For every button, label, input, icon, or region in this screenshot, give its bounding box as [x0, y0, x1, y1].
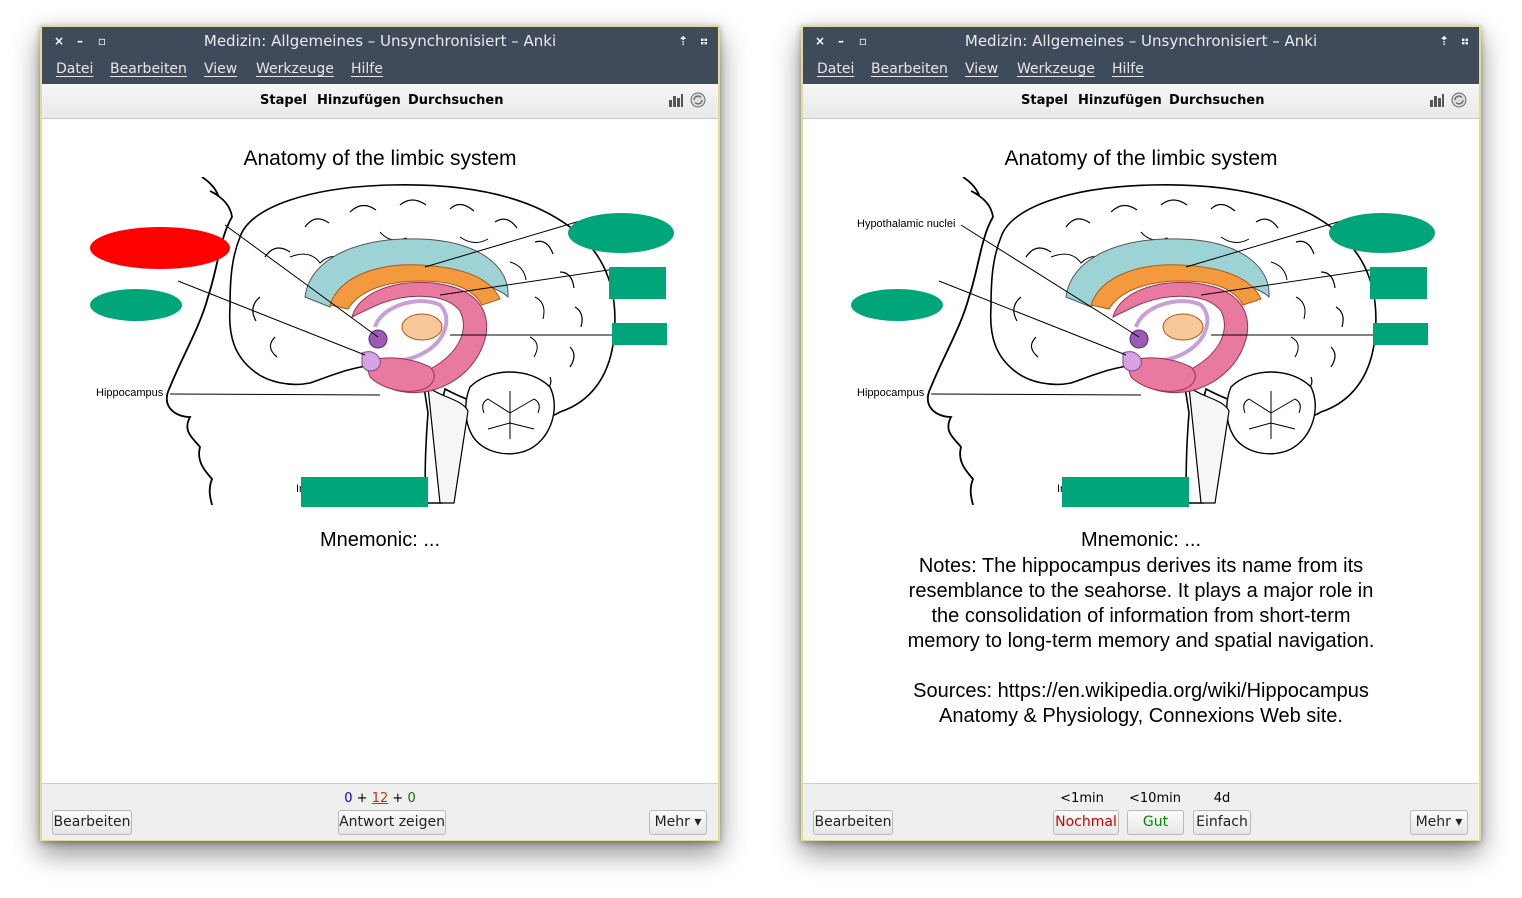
toolbar: Stapel Hinzufügen Durchsuchen [803, 84, 1479, 119]
show-answer-button[interactable]: Antwort zeigen [338, 810, 446, 835]
occlusion-mask-rect [1373, 323, 1428, 345]
grip-icon[interactable]: ⠶ [697, 34, 711, 48]
toolbar-add-link[interactable]: Hinzufügen [1078, 93, 1162, 108]
interval-good: <10min [1129, 791, 1181, 806]
menu-bar: Datei Bearbeiten View Werkzeuge Hilfe [42, 56, 718, 84]
sources-line: Sources: https://en.wikipedia.org/wiki/H… [913, 680, 1369, 702]
again-button[interactable]: Nochmal [1053, 810, 1119, 835]
arrow-up-icon[interactable]: ⇡ [676, 34, 690, 48]
toolbar-browse-link[interactable]: Durchsuchen [1169, 93, 1264, 108]
count-learn: 12 [371, 791, 389, 806]
menu-datei[interactable]: Datei [56, 61, 93, 77]
card-title: Anatomy of the limbic system [1004, 147, 1278, 170]
occlusion-mask-rect [1370, 267, 1427, 299]
toolbar-add-link[interactable]: Hinzufügen [317, 93, 401, 108]
occlusion-mask-rect [301, 477, 428, 507]
menu-bar: Datei Bearbeiten View Werkzeuge Hilfe [803, 56, 1479, 84]
occlusion-mask-ellipse [568, 213, 674, 253]
stats-icon[interactable] [668, 92, 684, 108]
mnemonic-text: Mnemonic: ... [319, 529, 441, 551]
interval-easy: 4d [1213, 791, 1231, 806]
menu-hilfe[interactable]: Hilfe [1112, 61, 1144, 77]
menu-hilfe[interactable]: Hilfe [351, 61, 383, 77]
toolbar-browse-link[interactable]: Durchsuchen [408, 93, 503, 108]
occlusion-mask-active [90, 227, 230, 269]
good-button[interactable]: Gut [1127, 810, 1184, 835]
sync-icon[interactable] [1451, 92, 1467, 108]
occlusion-mask-rect [1062, 477, 1189, 507]
card-view: Anatomy of the limbic system [42, 119, 718, 783]
bottom-bar: <1min <10min 4d Bearbeiten Nochmal Gut E… [803, 783, 1479, 840]
occlusion-mask-ellipse [1329, 213, 1435, 253]
interval-again: <1min [1060, 791, 1104, 806]
more-button[interactable]: Mehr ▾ [649, 810, 707, 835]
edit-button[interactable]: Bearbeiten [813, 810, 893, 835]
arrow-up-icon[interactable]: ⇡ [1437, 34, 1451, 48]
count-separator: + [392, 791, 404, 806]
easy-button[interactable]: Einfach [1193, 810, 1251, 835]
count-review: 0 [407, 791, 416, 806]
menu-view[interactable]: View [965, 61, 998, 77]
window-title: Medizin: Allgemeines – Unsynchronisiert … [964, 32, 1318, 50]
sources-text: Sources: https://en.wikipedia.org/wiki/H… [803, 679, 1479, 729]
limbic-diagram: Hippocampus In [90, 177, 674, 507]
grip-icon[interactable]: ⠶ [1458, 34, 1472, 48]
due-counts: 0 + 12 + 0 [42, 791, 718, 806]
stats-icon[interactable] [1429, 92, 1445, 108]
label-hippocampus: Hippocampus [96, 387, 164, 399]
notes-text: Notes: The hippocampus derives its name … [907, 555, 1375, 652]
menu-bearbeiten[interactable]: Bearbeiten [871, 61, 948, 77]
sync-icon[interactable] [690, 92, 706, 108]
toolbar-decks-link[interactable]: Stapel [260, 93, 307, 108]
label-hippocampus: Hippocampus [857, 387, 925, 399]
count-separator: + [356, 791, 368, 806]
card-view: Anatomy of the limbic system [803, 119, 1479, 783]
occlusion-mask-rect [612, 323, 667, 345]
menu-werkzeuge[interactable]: Werkzeuge [1017, 61, 1095, 77]
occlusion-mask-ellipse [90, 289, 182, 321]
menu-bearbeiten[interactable]: Bearbeiten [110, 61, 187, 77]
anki-window-question: × – ▫ Medizin: Allgemeines – Unsynchroni… [40, 25, 720, 841]
toolbar: Stapel Hinzufügen Durchsuchen [42, 84, 718, 119]
card-title: Anatomy of the limbic system [243, 147, 517, 170]
edit-button[interactable]: Bearbeiten [52, 810, 132, 835]
sources-line: Anatomy & Physiology, Connexions Web sit… [939, 705, 1343, 727]
toolbar-decks-link[interactable]: Stapel [1021, 93, 1068, 108]
bottom-bar: 0 + 12 + 0 Bearbeiten Antwort zeigen Meh… [42, 783, 718, 840]
title-bar: × – ▫ Medizin: Allgemeines – Unsynchroni… [42, 27, 718, 56]
menu-datei[interactable]: Datei [817, 61, 854, 77]
occlusion-mask-rect [609, 267, 666, 299]
count-new: 0 [344, 791, 353, 806]
limbic-diagram: Hypothalamic nuclei Hippocampus In [851, 177, 1435, 507]
menu-view[interactable]: View [204, 61, 237, 77]
title-bar: × – ▫ Medizin: Allgemeines – Unsynchroni… [803, 27, 1479, 56]
more-button[interactable]: Mehr ▾ [1410, 810, 1468, 835]
occlusion-mask-ellipse [851, 289, 943, 321]
anki-window-answer: × – ▫ Medizin: Allgemeines – Unsynchroni… [801, 25, 1481, 841]
mnemonic-text: Mnemonic: ... [1080, 529, 1202, 551]
window-title: Medizin: Allgemeines – Unsynchronisiert … [203, 32, 557, 50]
label-hypothalamic-nuclei: Hypothalamic nuclei [857, 218, 956, 230]
menu-werkzeuge[interactable]: Werkzeuge [256, 61, 334, 77]
